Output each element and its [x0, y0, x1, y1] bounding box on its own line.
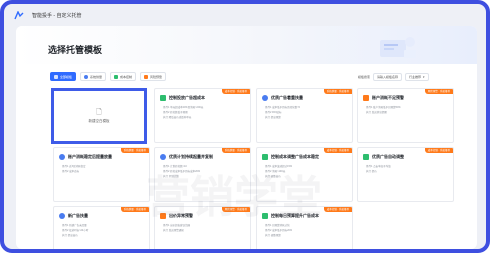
- app-logo-icon: [14, 9, 24, 20]
- title-bar: 智能投手 - 自定义托管: [4, 4, 486, 26]
- card-tag: 系统供量 · 系统推荐: [323, 89, 352, 94]
- sort-select[interactable]: 行业推荐 ▾: [405, 73, 429, 81]
- template-panel: 选择托管模板 全部模板 系统供量 成本控制 风险预警 模板搜索 请输入模板名称 …: [16, 26, 477, 249]
- card-title: 优质计划持续起量并复制: [169, 154, 213, 159]
- template-card[interactable]: 控制投放广告超成本 成本控制 · 系统推荐 条件1 单元超成本20%且消耗>20…: [154, 88, 251, 143]
- card-title: 新广告扶量: [68, 213, 88, 218]
- chart-icon: [363, 154, 369, 160]
- card-title: 优质广告着重扶量: [271, 95, 303, 100]
- watermark: 营销学堂: [146, 173, 322, 222]
- card-tag: 系统供量 · 系统推荐: [221, 148, 250, 153]
- new-blank-template-card[interactable]: 🗋 新建空白模板: [51, 88, 147, 144]
- template-filter: 模板搜索 请输入模板名称 行业推荐 ▾: [358, 73, 429, 81]
- drop-icon: [262, 95, 268, 101]
- tab-all-templates[interactable]: 全部模板: [50, 72, 77, 81]
- drop-icon: [84, 74, 89, 79]
- card-tag: 系统供量 · 系统推荐: [120, 148, 149, 153]
- drop-icon: [59, 154, 65, 160]
- banner-illustration-icon: [380, 37, 416, 58]
- card-title: 账户消耗不足预警: [372, 95, 404, 100]
- template-card[interactable]: 优质广告自动调整 成本控制 · 系统推荐 条件1 点击率高于均值 执行 提价: [357, 147, 454, 202]
- filter-label: 模板搜索: [358, 75, 371, 79]
- chevron-down-icon: ▾: [423, 75, 425, 79]
- window-title: 智能投手 - 自定义托管: [32, 12, 82, 19]
- card-tag: 成本控制 · 系统推荐: [323, 207, 352, 212]
- template-card[interactable]: 账户消耗不足预警 风险预警 · 系统推荐 条件1 账户消耗低于日预算50% 执行 …: [357, 88, 454, 143]
- banner: 选择托管模板: [16, 26, 477, 64]
- card-tag: 成本控制 · 系统推荐: [424, 148, 453, 153]
- chart-icon: [262, 154, 268, 160]
- card-title: 控制成本调整广告成本稳定: [271, 154, 319, 159]
- template-card[interactable]: 账户消耗稳定后提量放量 系统供量 · 系统推荐 条件1 近3日消耗稳定 条件2 成…: [53, 147, 150, 202]
- warning-icon: [363, 95, 369, 101]
- card-tag: 风险预警 · 系统推荐: [424, 89, 453, 94]
- category-tabs: 全部模板 系统供量 成本控制 风险预警: [50, 72, 167, 82]
- template-card[interactable]: 新广告扶量 系统供量 · 系统推荐 条件1 新建广告未起量 条件2 投放时长>24…: [53, 206, 150, 249]
- warning-icon: [144, 74, 149, 79]
- chart-icon: [160, 95, 166, 101]
- new-blank-template-label: 新建空白模板: [88, 118, 110, 123]
- template-search-input[interactable]: 请输入模板名称: [373, 73, 403, 81]
- card-tag: 成本控制 · 系统推荐: [323, 148, 352, 153]
- document-icon: 🗋: [96, 108, 102, 116]
- template-card[interactable]: 优质广告着重扶量 系统供量 · 系统推荐 条件1 成本低于目标且转化数>5 条件2…: [256, 88, 353, 143]
- grid-icon: [54, 74, 58, 79]
- app-window: 智能投手 - 自定义托管 选择托管模板 全部模板 系统供量 成本控制 风险预警 …: [0, 0, 490, 253]
- card-title: 优质广告自动调整: [372, 154, 404, 159]
- chart-icon: [114, 74, 119, 79]
- tab-risk-warning[interactable]: 风险预警: [140, 72, 167, 81]
- drop-icon: [160, 154, 166, 160]
- card-title: 控制投放广告超成本: [169, 95, 205, 100]
- page-title: 选择托管模板: [48, 45, 103, 55]
- card-tag: 系统供量 · 系统推荐: [120, 207, 149, 212]
- tab-cost-control[interactable]: 成本控制: [110, 72, 137, 81]
- card-tag: 成本控制 · 系统推荐: [221, 89, 250, 94]
- drop-icon: [59, 213, 65, 219]
- card-title: 账户消耗稳定后提量放量: [68, 154, 112, 159]
- tab-system-volume[interactable]: 系统供量: [80, 72, 107, 81]
